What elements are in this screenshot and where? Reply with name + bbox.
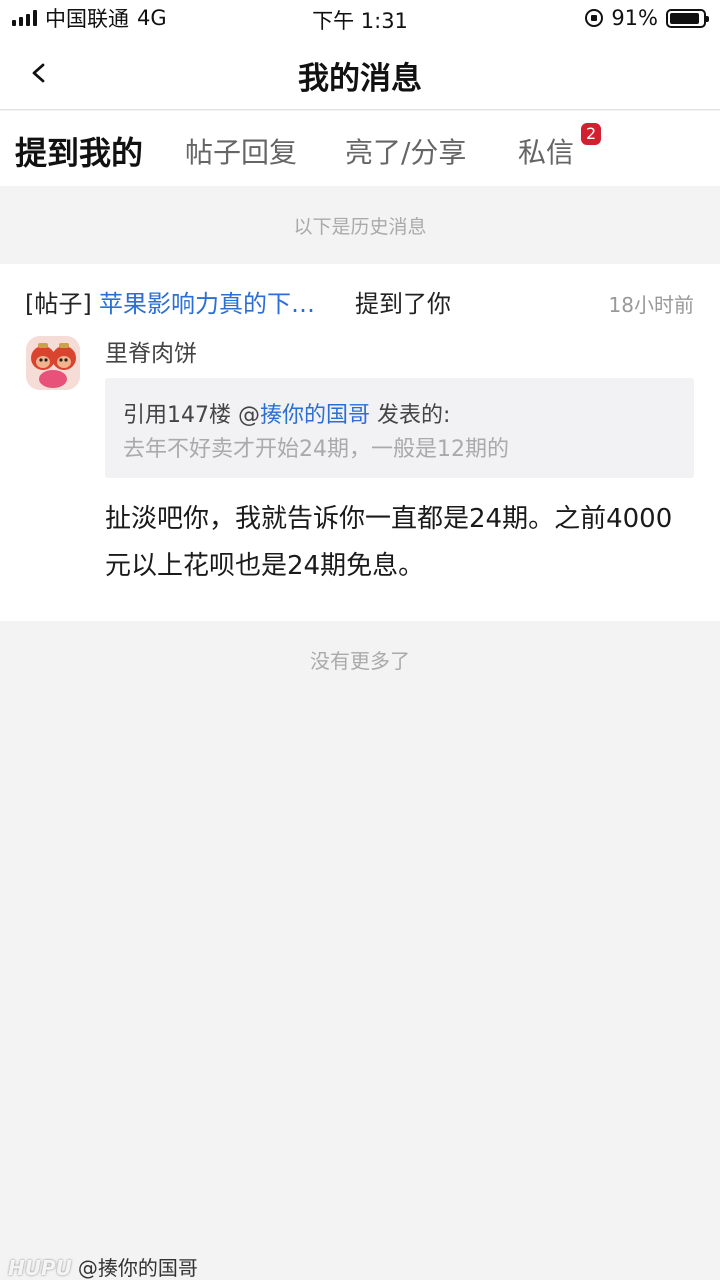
quote-user-link[interactable]: 揍你的国哥: [260, 403, 370, 428]
tab-private-messages[interactable]: 私信: [518, 131, 574, 171]
quote-prefix: 引用147楼 @: [123, 403, 260, 428]
message-time: 18小时前: [608, 293, 694, 317]
status-right: 91%: [585, 0, 709, 36]
tab-bar: 提到我的 帖子回复 亮了/分享 私信 2: [0, 111, 720, 186]
quote-header: 引用147楼 @揍你的国哥 发表的:: [123, 397, 450, 429]
page-title: 我的消息: [298, 61, 422, 97]
tab-mentions[interactable]: 提到我的: [15, 128, 143, 174]
avatar[interactable]: [26, 336, 80, 390]
battery-fill: [670, 12, 700, 24]
message-header: [帖子] 苹果影响力真的下… 提到了你 18小时前: [25, 284, 694, 318]
post-title-link[interactable]: 苹果影响力真的下…: [99, 284, 315, 319]
message-card[interactable]: [帖子] 苹果影响力真的下… 提到了你 18小时前 里脊肉饼 引用147楼 @揍…: [0, 264, 720, 621]
history-divider-label: 以下是历史消息: [293, 216, 427, 238]
message-action: 提到了你: [355, 290, 451, 318]
quote-suffix: 发表的:: [370, 403, 451, 428]
watermark-handle: @揍你的国哥: [77, 1256, 198, 1280]
message-type: [帖子]: [25, 290, 92, 318]
no-more-label: 没有更多了: [310, 649, 410, 673]
battery-icon: [666, 8, 709, 28]
status-bar: 中国联通 4G 下午 1:31 91%: [0, 0, 720, 36]
quote-box: 引用147楼 @揍你的国哥 发表的: 去年不好卖才开始24期，一般是12期的: [105, 378, 694, 478]
avatar-image: [26, 336, 80, 390]
rotation-lock-icon: [585, 9, 604, 27]
tab-post-replies[interactable]: 帖子回复: [185, 131, 297, 171]
tab-likes-shares[interactable]: 亮了/分享: [345, 131, 466, 171]
nav-bar: 我的消息: [0, 36, 720, 110]
reply-text: 扯淡吧你，我就告诉你一直都是24期。之前4000元以上花呗也是24期免息。: [105, 504, 673, 581]
unread-badge: 2: [581, 123, 602, 145]
watermark: HUPU @揍你的国哥: [8, 1252, 198, 1280]
watermark-brand: HUPU: [8, 1256, 72, 1280]
username[interactable]: 里脊肉饼: [105, 334, 197, 368]
quote-text: 去年不好卖才开始24期，一般是12期的: [123, 437, 509, 462]
battery-percent: 91%: [611, 6, 658, 30]
